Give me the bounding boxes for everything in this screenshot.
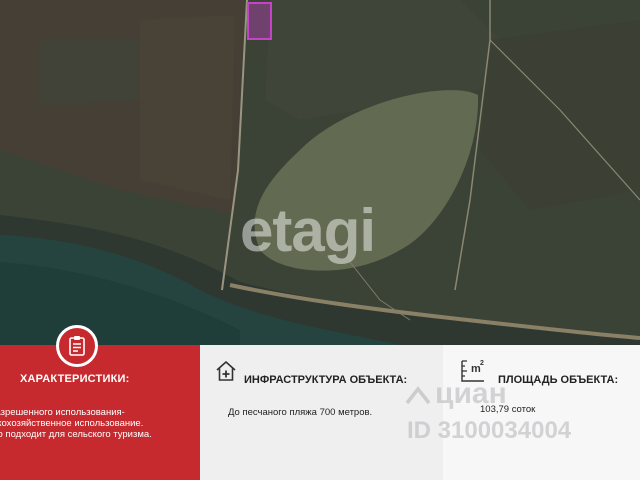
- infrastructure-title: ИНФРАСТРУКТУРА ОБЪЕКТА:: [244, 374, 408, 386]
- info-panel: ХАРАКТЕРИСТИКИ: д разрешенного использов…: [0, 345, 640, 480]
- area-card: m 2 ПЛОЩАДЬ ОБЪЕКТА: 103,79 соток: [443, 345, 640, 480]
- etagi-watermark: etagi: [240, 197, 376, 264]
- house-plus-icon: [215, 360, 237, 387]
- land-plot-marker[interactable]: [247, 2, 272, 40]
- cian-brand: циан: [405, 377, 507, 411]
- cian-ad-id: ID 3100034004: [407, 417, 572, 444]
- clipboard-icon: [56, 325, 98, 367]
- cian-logo-icon: [405, 379, 431, 405]
- features-line: ично подходит для сельского туризма.: [0, 429, 152, 440]
- area-title: ПЛОЩАДЬ ОБЪЕКТА:: [498, 374, 619, 386]
- satellite-map[interactable]: etagi: [0, 0, 640, 345]
- features-line: д разрешенного использования-: [0, 407, 125, 418]
- features-text: д разрешенного использования- льскохозяй…: [0, 407, 200, 440]
- features-line: льскохозяйственное использование.: [0, 418, 144, 429]
- infrastructure-card: ИНФРАСТРУКТУРА ОБЪЕКТА: До песчаного пля…: [200, 345, 443, 480]
- satellite-image: [0, 0, 640, 345]
- features-title: ХАРАКТЕРИСТИКИ:: [20, 373, 130, 385]
- features-card: ХАРАКТЕРИСТИКИ: д разрешенного использов…: [0, 345, 200, 480]
- cian-brand-text: циан: [435, 377, 507, 410]
- area-icon-sup: 2: [480, 360, 484, 367]
- infrastructure-text: До песчаного пляжа 700 метров.: [228, 407, 373, 418]
